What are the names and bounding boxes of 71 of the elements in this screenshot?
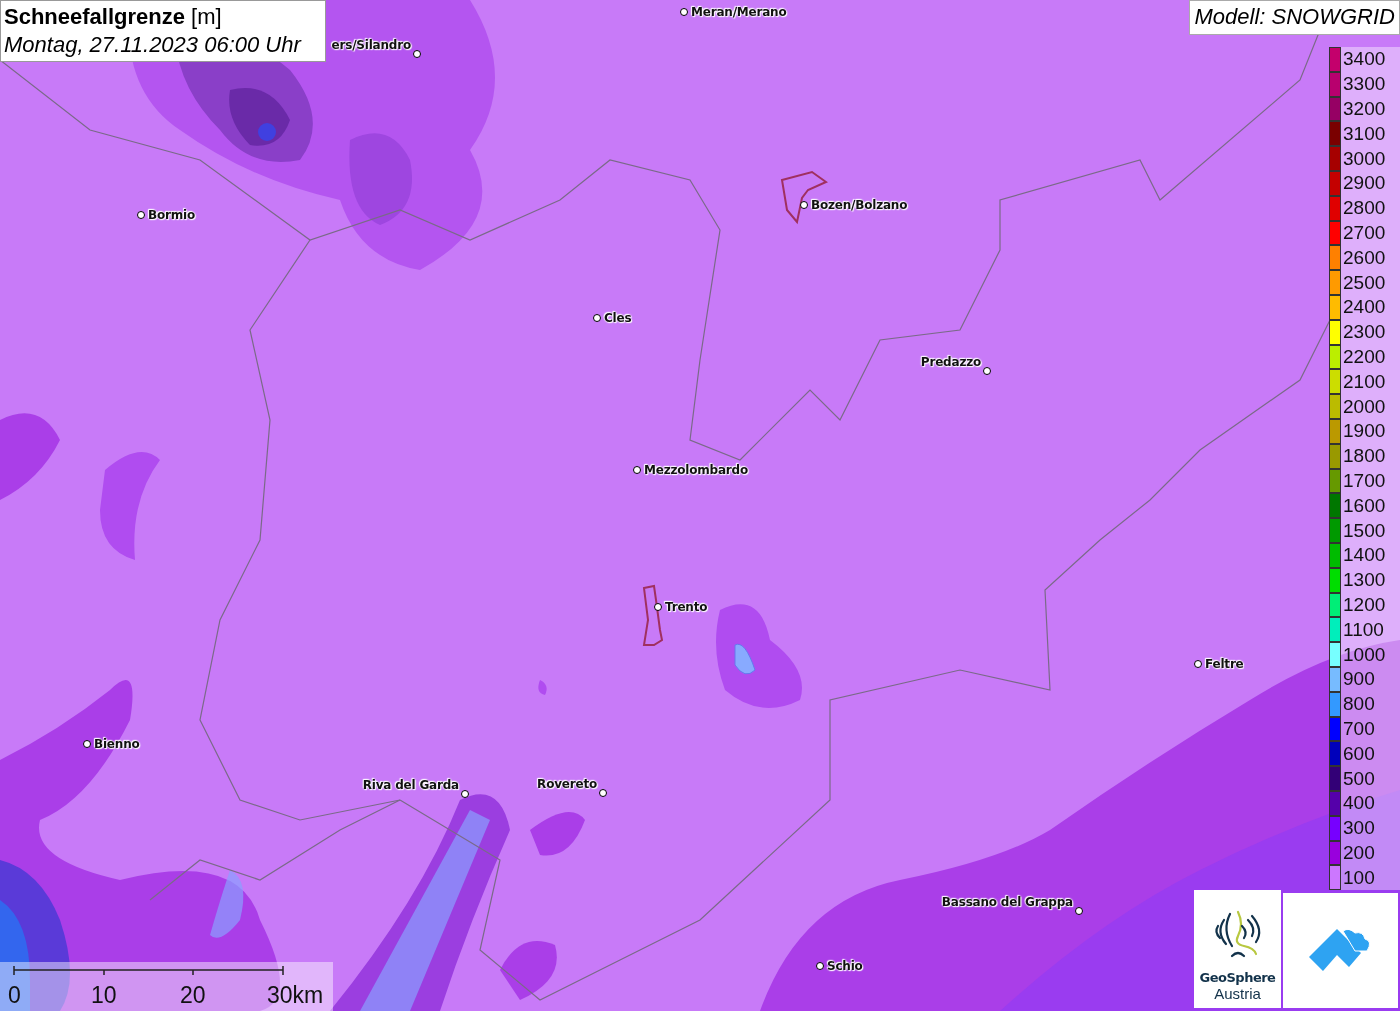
legend-label: 1100 bbox=[1342, 618, 1384, 641]
legend-label: 3000 bbox=[1342, 147, 1386, 170]
legend-label: 1200 bbox=[1342, 593, 1386, 616]
legend-label: 1800 bbox=[1342, 445, 1386, 468]
legend-label: 2800 bbox=[1342, 197, 1386, 220]
city-label: Cles bbox=[604, 310, 632, 326]
legend-label: 2900 bbox=[1342, 172, 1386, 195]
legend-label: 1600 bbox=[1342, 494, 1386, 517]
city-marker-icon bbox=[983, 367, 991, 375]
city-marker-icon bbox=[461, 790, 469, 798]
legend-label: 100 bbox=[1342, 866, 1375, 889]
legend-label: 1000 bbox=[1342, 643, 1386, 666]
scale-label: 10 bbox=[91, 982, 117, 1008]
map-date: Montag, 27.11.2023 06:00 Uhr bbox=[4, 31, 303, 59]
city-label: Bozen/Bolzano bbox=[811, 197, 908, 213]
map-title: Schneefallgrenze [m] bbox=[4, 3, 223, 31]
city-marker-icon bbox=[633, 466, 641, 474]
city-label: ers/Silandro bbox=[331, 37, 411, 53]
city-marker-icon bbox=[413, 50, 421, 58]
scale-label: 20 bbox=[180, 982, 206, 1008]
legend-label: 2400 bbox=[1342, 296, 1386, 319]
city-label: Predazzo bbox=[920, 354, 981, 370]
city-label: Schio bbox=[827, 958, 863, 974]
legend-label: 600 bbox=[1342, 742, 1375, 765]
legend-label: 800 bbox=[1342, 693, 1375, 716]
city-label: Mezzolombardo bbox=[644, 462, 748, 478]
legend-label: 3100 bbox=[1342, 122, 1386, 145]
legend-label: 2100 bbox=[1342, 370, 1386, 393]
legend-label: 2700 bbox=[1342, 221, 1386, 244]
legend-label: 2500 bbox=[1342, 271, 1386, 294]
city-label: Feltre bbox=[1205, 656, 1244, 672]
city-marker-icon bbox=[593, 314, 601, 322]
city-label: Bassano del Grappa bbox=[941, 894, 1073, 910]
city-label: Riva del Garda bbox=[362, 777, 459, 793]
legend-label: 1400 bbox=[1342, 544, 1386, 567]
legend-label: 200 bbox=[1342, 841, 1375, 864]
logo-wordmark: GeoSphere bbox=[1199, 970, 1276, 985]
city-label: Bienno bbox=[94, 736, 140, 752]
legend-label: 2000 bbox=[1342, 395, 1386, 418]
city-marker-icon bbox=[599, 789, 607, 797]
city-marker-icon bbox=[1194, 660, 1202, 668]
legend-label: 700 bbox=[1342, 717, 1375, 740]
city-label: Trento bbox=[665, 599, 708, 615]
legend-label: 2200 bbox=[1342, 345, 1386, 368]
city-label: Bormio bbox=[148, 207, 195, 223]
city-label: Rovereto bbox=[537, 776, 597, 792]
legend-label: 3300 bbox=[1342, 73, 1386, 96]
city-marker-icon bbox=[800, 201, 808, 209]
legend-label: 1700 bbox=[1342, 469, 1386, 492]
legend-label: 500 bbox=[1342, 767, 1375, 790]
city-marker-icon bbox=[1075, 907, 1083, 915]
legend-label: 2300 bbox=[1342, 321, 1386, 344]
legend-label: 300 bbox=[1342, 817, 1375, 840]
city-marker-icon bbox=[137, 211, 145, 219]
city-label: Meran/Merano bbox=[691, 4, 787, 20]
legend-label: 3400 bbox=[1342, 48, 1386, 71]
model-label: Modell: SNOWGRID bbox=[1188, 0, 1400, 35]
scale-label: 0 bbox=[8, 982, 21, 1008]
city-marker-icon bbox=[680, 8, 688, 16]
legend-label: 1900 bbox=[1342, 420, 1386, 443]
legend-label: 400 bbox=[1342, 792, 1375, 815]
scale-label: 30km bbox=[267, 982, 324, 1008]
legend-label: 1300 bbox=[1342, 569, 1386, 592]
logo-subtitle: Austria bbox=[1214, 985, 1261, 1002]
city-marker-icon bbox=[83, 740, 91, 748]
legend-label: 2600 bbox=[1342, 246, 1386, 269]
legend-label: 3200 bbox=[1342, 98, 1386, 120]
legend-label: 1500 bbox=[1342, 519, 1386, 542]
legend-label: 900 bbox=[1342, 668, 1375, 691]
city-marker-icon bbox=[654, 603, 662, 611]
city-marker-icon bbox=[816, 962, 824, 970]
